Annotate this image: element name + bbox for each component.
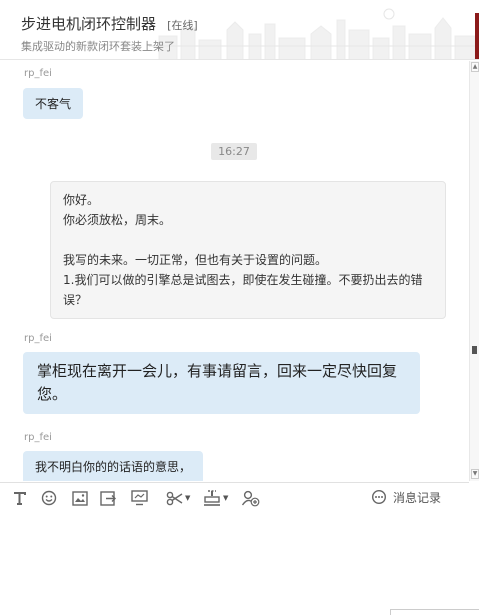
scroll-up-button[interactable]: ▲ — [471, 62, 479, 72]
message-timestamp: 16:27 — [211, 143, 257, 160]
stamp-icon[interactable]: ▼ — [203, 489, 228, 507]
shop-announcement: 集成驱动的新款闭环套装上架了 — [21, 40, 175, 53]
screen-share-icon[interactable] — [131, 489, 148, 507]
city-skyline-decoration — [149, 8, 479, 59]
message-line: 1.我们可以做的引擎总是试图去，即使在发生碰撞。不要扔出去的错误？ — [63, 273, 423, 307]
side-panel-tab[interactable] — [475, 13, 479, 59]
shop-title[interactable]: 步进电机闭环控制器 — [21, 15, 156, 33]
add-contact-icon[interactable] — [241, 489, 260, 507]
message-input[interactable] — [0, 511, 469, 615]
message-sender: rp_fei — [24, 68, 52, 79]
message-history-button[interactable]: 消息记录 — [371, 489, 441, 506]
image-icon[interactable] — [72, 489, 88, 507]
font-icon[interactable] — [12, 489, 27, 507]
emoji-icon[interactable] — [41, 489, 57, 507]
message-bubble-auto-reply: 掌柜现在离开一会儿，有事请留言，回来一定尽快回复您。 — [23, 352, 420, 414]
message-sender: rp_fei — [24, 432, 52, 443]
message-bubble-outgoing: 不客气 — [23, 88, 84, 119]
chevron-down-icon[interactable]: ▼ — [223, 494, 228, 502]
message-list[interactable]: rp_fei 不客气 16:27 你好。 你必须放松，周末。 我写的未来。一切正… — [0, 61, 469, 481]
chat-bubble-icon — [372, 490, 386, 504]
message-history-label: 消息记录 — [393, 491, 442, 505]
send-button-frame — [390, 609, 479, 615]
send-file-icon[interactable] — [100, 489, 117, 507]
message-line: 你必须放松，周末。 — [63, 213, 172, 227]
chevron-down-icon[interactable]: ▼ — [185, 494, 190, 502]
scissors-icon[interactable]: ▼ — [166, 489, 190, 507]
online-status: [在线] — [167, 19, 198, 32]
scroll-thumb[interactable] — [472, 346, 477, 354]
message-line: 我写的未来。一切正常，但也有关于设置的问题。 — [63, 253, 328, 267]
scroll-down-button[interactable]: ▼ — [471, 469, 479, 479]
chat-header: 步进电机闭环控制器 [在线] 集成驱动的新款闭环套装上架了 — [0, 0, 479, 60]
message-bubble-incoming: 你好。 你必须放松，周末。 我写的未来。一切正常，但也有关于设置的问题。 1.我… — [50, 181, 446, 319]
message-bubble-outgoing: 我不明白你的的话语的意思， — [23, 451, 204, 481]
message-line: 你好。 — [63, 193, 100, 207]
message-sender: rp_fei — [24, 333, 52, 344]
input-toolbar: ▼ ▼ 消息记录 — [0, 482, 469, 510]
chat-scrollbar[interactable]: ▲ ▼ — [469, 61, 479, 481]
